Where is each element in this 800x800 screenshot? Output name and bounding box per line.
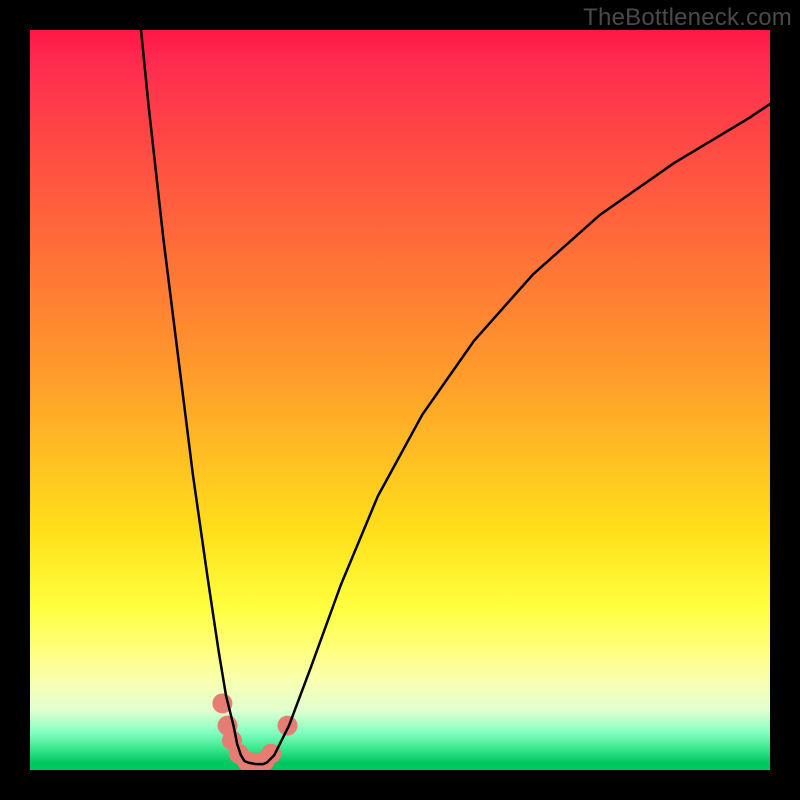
line-layer	[141, 30, 770, 764]
chart-frame: TheBottleneck.com	[0, 0, 800, 800]
plot-area	[30, 30, 770, 770]
highlight-marker	[278, 716, 298, 736]
watermark-text: TheBottleneck.com	[583, 4, 792, 32]
bottleneck-curve	[141, 30, 770, 764]
curves-svg	[30, 30, 770, 770]
